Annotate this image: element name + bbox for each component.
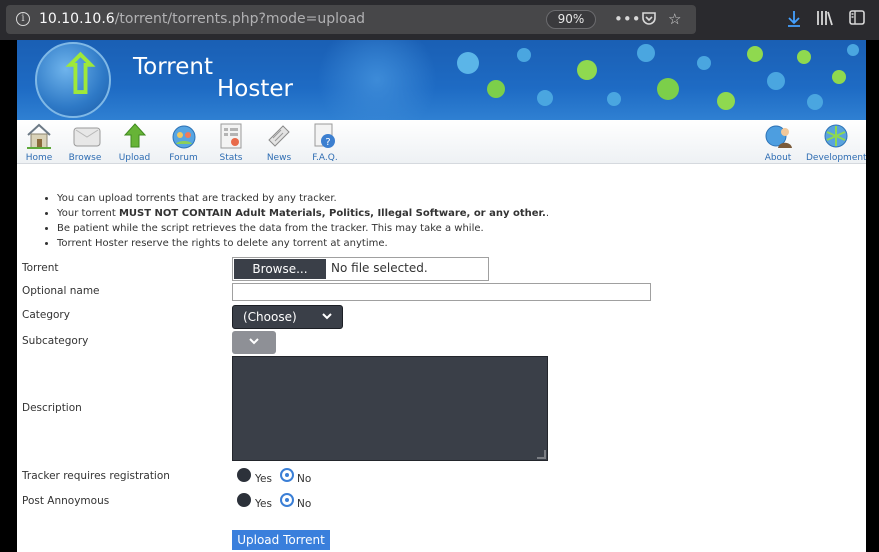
download-icon[interactable] [786,10,802,32]
nav-stats[interactable]: Stats [217,122,245,163]
zoom-level[interactable]: 90% [546,10,596,29]
news-icon [266,122,292,150]
faq-icon: ? [312,122,338,150]
anon-yes-radio[interactable] [237,493,251,507]
forum-icon [171,122,197,150]
about-icon [765,122,792,150]
description-textarea[interactable] [232,356,548,461]
notice-item: Your torrent MUST NOT CONTAIN Adult Mate… [57,206,549,221]
nav-development-label: Development [806,153,866,163]
nav-browse-label: Browse [68,153,102,163]
tracker-registration-label: Tracker requires registration [22,470,170,482]
more-icon[interactable]: ••• [614,10,641,28]
nav-faq-label: F.A.Q. [312,153,338,163]
nav-browse[interactable]: Browse [67,122,103,163]
brand-title-line2: Hoster [217,76,293,102]
optional-name-label: Optional name [22,285,100,297]
resize-handle-icon[interactable] [537,450,546,459]
sidebar-icon[interactable] [849,10,865,29]
nav-news-label: News [266,153,292,163]
browse-icon [72,122,101,150]
development-icon [823,122,849,150]
category-value: (Choose) [243,310,297,324]
site-banner: ⇧ Torrent Hoster [17,40,866,120]
brand-title-line1: Torrent [133,54,213,80]
nav-about[interactable]: About [762,122,794,163]
upload-icon [122,122,148,150]
nav-forum[interactable]: Forum [167,122,200,163]
category-label: Category [22,309,70,321]
url-text[interactable]: 10.10.10.6/torrent/torrents.php?mode=upl… [39,11,365,27]
star-icon[interactable]: ☆ [668,10,681,28]
arrow-logo-icon: ⇧ [57,43,104,108]
upload-torrent-button[interactable]: Upload Torrent [232,530,330,550]
subcategory-select[interactable] [232,331,276,354]
tracker-no-radio[interactable] [280,468,294,482]
notice-item: You can upload torrents that are tracked… [57,191,549,206]
svg-text:?: ? [325,137,330,148]
tracker-yes-radio[interactable] [237,468,251,482]
optional-name-input[interactable] [232,283,651,301]
subcategory-label: Subcategory [22,335,89,347]
nav-home-label: Home [25,153,53,163]
main-nav: Home Browse Upload Forum Stats News ? F.… [17,120,866,164]
upload-notice-list: You can upload torrents that are tracked… [57,191,549,251]
post-anonymous-label: Post Annoymous [22,495,110,507]
url-bar[interactable]: i 10.10.10.6/torrent/torrents.php?mode=u… [6,5,696,34]
anon-no-radio[interactable] [280,493,294,507]
page-viewport: ⇧ Torrent Hoster Home Browse Upload Foru… [0,40,879,552]
stats-icon [218,122,244,150]
nav-development[interactable]: Development [806,122,866,163]
torrent-file-input[interactable]: Browse... No file selected. [232,257,489,281]
chevron-down-icon [248,338,260,356]
category-select[interactable]: (Choose) [232,305,343,329]
site-frame: ⇧ Torrent Hoster Home Browse Upload Foru… [17,40,866,552]
nav-faq[interactable]: ? F.A.Q. [312,122,338,163]
home-icon [26,122,52,150]
nav-upload[interactable]: Upload [117,122,152,163]
anon-yes-label: Yes [255,498,272,510]
file-status: No file selected. [331,261,428,275]
browser-toolbar: i 10.10.10.6/torrent/torrents.php?mode=u… [0,0,879,40]
nav-stats-label: Stats [219,153,243,163]
chevron-down-icon [321,306,333,335]
tracker-yes-label: Yes [255,473,272,485]
description-label: Description [22,402,82,414]
anon-no-label: No [297,498,312,510]
nav-about-label: About [764,153,792,163]
notice-item: Be patient while the script retrieves th… [57,221,549,236]
library-icon[interactable] [816,10,834,30]
nav-home[interactable]: Home [23,122,55,163]
info-icon[interactable]: i [16,12,30,26]
notice-item: Torrent Hoster reserve the rights to del… [57,236,549,251]
tracker-no-label: No [297,473,312,485]
nav-upload-label: Upload [118,153,151,163]
torrent-label: Torrent [22,262,59,274]
nav-forum-label: Forum [169,153,198,163]
browse-button[interactable]: Browse... [234,259,326,279]
pocket-icon[interactable] [641,10,657,30]
nav-news[interactable]: News [265,122,293,163]
